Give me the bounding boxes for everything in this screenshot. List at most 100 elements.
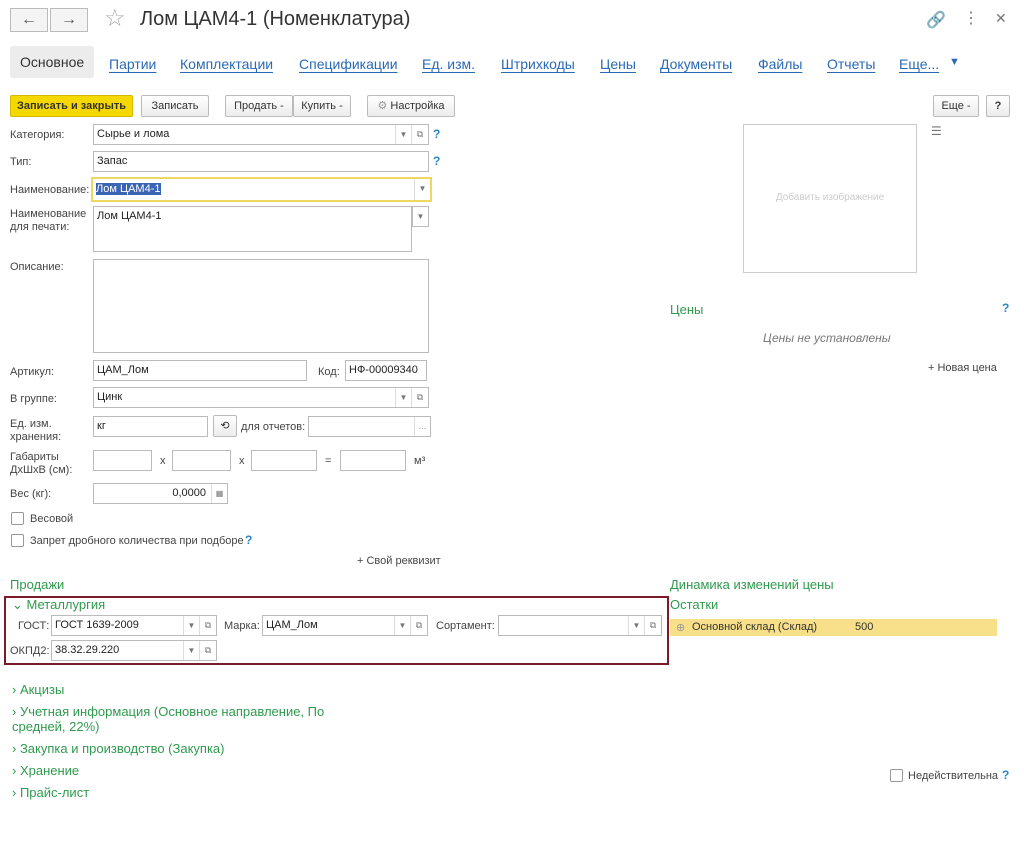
length-field[interactable] bbox=[93, 450, 152, 471]
dropdown-icon[interactable]: ▼ bbox=[394, 616, 410, 635]
save-button[interactable]: Записать bbox=[141, 95, 209, 117]
gost-field[interactable]: ГОСТ 1639-2009 ▼ ⧉ bbox=[51, 615, 217, 636]
warehouse-name: Основной склад (Склад) bbox=[692, 621, 818, 633]
tab-files[interactable]: Файлы bbox=[758, 56, 802, 72]
sell-label: Продать bbox=[234, 100, 278, 112]
tab-reports[interactable]: Отчеты bbox=[827, 56, 875, 72]
purchase-section[interactable]: › Закупка и производство (Закупка) bbox=[12, 741, 224, 756]
brand-field[interactable]: ЦАМ_Лом ▼ ⧉ bbox=[262, 615, 428, 636]
weight-label: Вес (кг): bbox=[10, 488, 52, 500]
category-label: Категория: bbox=[10, 129, 65, 141]
help-icon[interactable]: ? bbox=[433, 127, 440, 141]
article-label: Артикул: bbox=[10, 366, 55, 378]
dropdown-icon[interactable]: ▼ bbox=[414, 179, 430, 200]
help-icon[interactable]: ? bbox=[433, 154, 440, 168]
chevron-down-icon[interactable]: ▼ bbox=[949, 56, 960, 68]
save-close-button[interactable]: Записать и закрыть bbox=[10, 95, 133, 117]
type-field[interactable]: Запас bbox=[93, 151, 429, 172]
category-field[interactable]: Сырье и лома ▼ ⧉ bbox=[93, 124, 429, 145]
article-field[interactable]: ЦАМ_Лом bbox=[93, 360, 307, 381]
more-button[interactable]: Еще - bbox=[933, 95, 979, 117]
dropdown-icon[interactable]: ▼ bbox=[395, 125, 411, 144]
star-icon[interactable]: ☆ bbox=[104, 4, 126, 33]
stock-title: Остатки bbox=[670, 597, 719, 612]
invalid-checkbox[interactable] bbox=[890, 769, 903, 782]
price-dynamics-link[interactable]: Динамика изменений цены bbox=[670, 577, 834, 592]
assortment-field[interactable]: ▼ ⧉ bbox=[498, 615, 662, 636]
sales-section[interactable]: Продажи bbox=[10, 577, 64, 592]
help-button[interactable]: ? bbox=[986, 95, 1010, 117]
dropdown-icon[interactable]: ▼ bbox=[183, 616, 199, 635]
reports-unit-field[interactable]: … bbox=[308, 416, 431, 437]
code-field[interactable]: НФ-00009340 bbox=[345, 360, 427, 381]
excise-title: Акцизы bbox=[19, 682, 65, 697]
tab-prices[interactable]: Цены bbox=[600, 56, 636, 72]
custom-attr-link[interactable]: + Свой реквизит bbox=[357, 555, 441, 568]
new-price-link[interactable]: + Новая цена bbox=[928, 362, 997, 375]
open-icon[interactable]: ⧉ bbox=[411, 388, 428, 407]
tab-main[interactable]: Основное bbox=[10, 46, 95, 78]
stock-row[interactable]: ⊕ Основной склад (Склад) 500 bbox=[670, 619, 997, 636]
type-label: Тип: bbox=[10, 156, 32, 168]
settings-button[interactable]: ⚙ Настройка bbox=[367, 95, 455, 117]
weight-field[interactable]: 0,0000 ▦ bbox=[93, 483, 228, 504]
metallurgy-section[interactable]: ⌄ Металлургия bbox=[12, 597, 105, 613]
tab-documents[interactable]: Документы bbox=[660, 56, 732, 72]
name-field[interactable]: Лом ЦАМ4-1 ▼ bbox=[91, 177, 432, 202]
gear-icon: ⚙ bbox=[377, 100, 388, 112]
width-field[interactable] bbox=[172, 450, 231, 471]
pricelist-title: Прайс-лист bbox=[19, 785, 90, 800]
menu-icon[interactable]: ☰ bbox=[931, 124, 942, 138]
volume-unit: м³ bbox=[414, 455, 426, 467]
help-icon[interactable]: ? bbox=[1002, 301, 1009, 315]
buy-button[interactable]: Купить - bbox=[293, 95, 351, 117]
accounting-section[interactable]: › Учетная информация (Основное направлен… bbox=[12, 704, 342, 734]
print-name-label: Наименование для печати: bbox=[10, 208, 87, 233]
more-icon[interactable]: ⋮ bbox=[963, 8, 979, 28]
weighted-checkbox[interactable] bbox=[11, 512, 24, 525]
group-field[interactable]: Цинк ▼ ⧉ bbox=[93, 387, 429, 408]
okpd-field[interactable]: 38.32.29.220 ▼ ⧉ bbox=[51, 640, 217, 661]
tab-units[interactable]: Ед. изм. bbox=[422, 56, 475, 72]
history-icon[interactable]: ⟲ bbox=[213, 415, 237, 437]
calculator-icon[interactable]: ▦ bbox=[211, 484, 227, 503]
help-icon[interactable]: ? bbox=[245, 533, 252, 547]
dropdown-icon[interactable]: ▼ bbox=[395, 388, 411, 407]
link-icon[interactable]: 🔗 bbox=[926, 10, 946, 30]
sell-button[interactable]: Продать - bbox=[225, 95, 293, 117]
select-icon[interactable]: … bbox=[414, 417, 430, 436]
storage-section[interactable]: › Хранение bbox=[12, 763, 79, 778]
height-field[interactable] bbox=[251, 450, 317, 471]
unit-field[interactable]: кг bbox=[93, 416, 208, 437]
name-value: Лом ЦАМ4-1 bbox=[96, 183, 161, 195]
tab-batches[interactable]: Партии bbox=[109, 56, 156, 72]
tab-kits[interactable]: Комплектации bbox=[180, 56, 273, 72]
close-icon[interactable]: ✕ bbox=[995, 10, 1007, 27]
open-icon[interactable]: ⧉ bbox=[199, 616, 216, 635]
back-button[interactable]: ← bbox=[10, 8, 48, 32]
volume-field[interactable] bbox=[340, 450, 406, 471]
tab-specs[interactable]: Спецификации bbox=[299, 56, 398, 72]
dims-label: Габариты ДхШхВ (см): bbox=[10, 451, 73, 476]
dropdown-icon[interactable]: ▼ bbox=[183, 641, 199, 660]
expand-icon[interactable]: ⊕ bbox=[676, 621, 685, 634]
times-sign: x bbox=[160, 455, 166, 467]
open-icon[interactable]: ⧉ bbox=[199, 641, 216, 660]
group-value: Цинк bbox=[97, 391, 123, 403]
pricelist-section[interactable]: › Прайс-лист bbox=[12, 785, 89, 800]
group-label: В группе: bbox=[10, 393, 57, 405]
open-icon[interactable]: ⧉ bbox=[644, 616, 661, 635]
open-icon[interactable]: ⧉ bbox=[410, 616, 427, 635]
tab-barcodes[interactable]: Штрихкоды bbox=[501, 56, 575, 72]
description-field[interactable] bbox=[93, 259, 429, 353]
open-icon[interactable]: ⧉ bbox=[411, 125, 428, 144]
help-icon[interactable]: ? bbox=[1002, 768, 1009, 782]
dropdown-icon[interactable]: ▼ bbox=[628, 616, 644, 635]
excise-section[interactable]: › Акцизы bbox=[12, 682, 64, 697]
tab-more[interactable]: Еще... bbox=[899, 56, 939, 72]
image-area[interactable]: Добавить изображение bbox=[743, 124, 917, 273]
forward-button[interactable]: → bbox=[50, 8, 88, 32]
print-name-field[interactable]: Лом ЦАМ4-1 bbox=[93, 206, 412, 252]
dropdown-icon[interactable]: ▼ bbox=[412, 206, 429, 227]
fraction-ban-checkbox[interactable] bbox=[11, 534, 24, 547]
